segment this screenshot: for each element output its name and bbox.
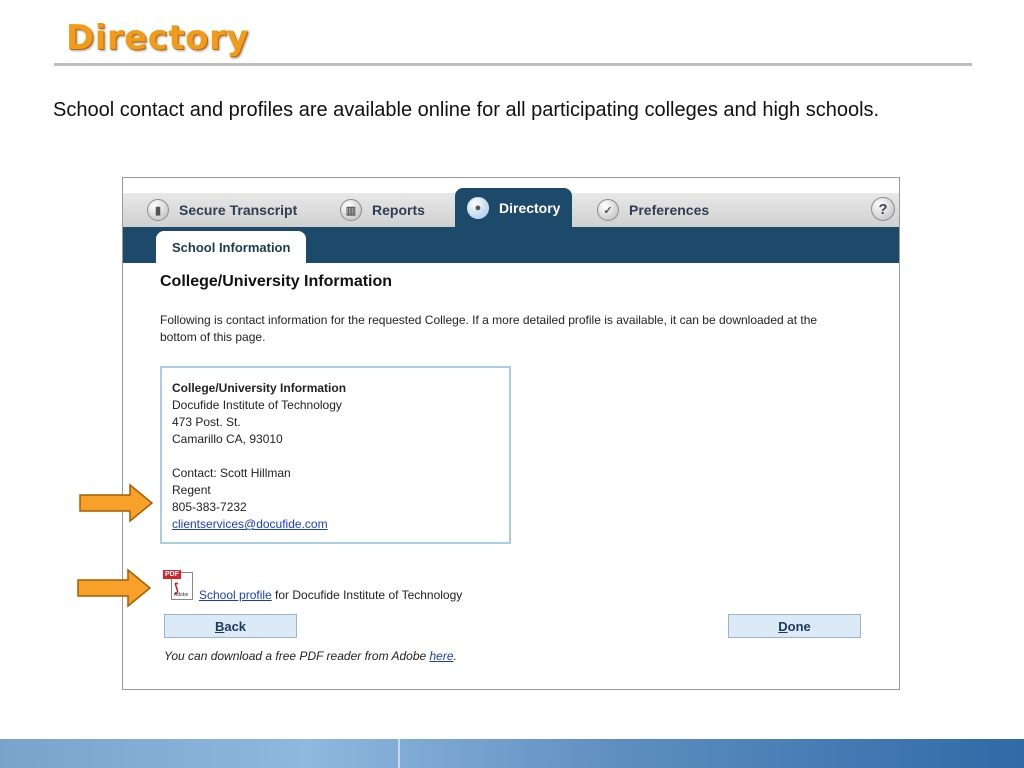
tab-directory[interactable]: ● Directory [455,188,573,227]
contact-role: Regent [172,483,211,497]
tab-reports[interactable]: ▥ Reports [340,193,425,227]
sub-tabbar: School Information [123,227,899,263]
contact-name: Contact: Scott Hillman [172,466,291,480]
tab-label: Directory [499,199,561,216]
contact-phone: 805-383-7232 [172,500,247,514]
pdf-icon[interactable]: ⟆ PDF Adobe [163,570,197,602]
footer-band-divider [398,739,400,768]
school-profile-row: ⟆ PDF Adobe School profile for Docufide … [163,570,462,602]
app-screenshot: ▮ Secure Transcript ▥ Reports ● Director… [122,177,900,690]
arrow-right-icon [79,483,154,523]
intro-text: School contact and profiles are availabl… [53,99,880,121]
back-button[interactable]: Back [164,614,297,638]
chart-icon: ▥ [340,199,362,221]
check-icon: ✓ [597,199,619,221]
school-profile-link[interactable]: School profile [199,588,272,602]
footer-band [0,739,1024,768]
person-icon: ● [467,196,489,219]
tab-label: Secure Transcript [179,202,298,218]
adobe-here-link[interactable]: here [430,649,454,663]
adobe-label: Adobe [174,592,189,598]
title-divider [54,63,972,66]
street-address: 473 Post. St. [172,415,241,429]
lock-icon: ▮ [147,199,169,221]
tab-school-information[interactable]: School Information [156,231,307,263]
description-text: Following is contact information for the… [160,313,818,344]
section-title: College/University Information [160,273,393,290]
help-icon[interactable]: ? [871,197,895,221]
pdf-tag: PDF [163,570,181,579]
college-name: Docufide Institute of Technology [172,398,342,412]
tab-secure-transcript[interactable]: ▮ Secure Transcript [147,193,297,227]
slide-title: Directory [66,18,249,58]
tab-label: Reports [372,202,425,218]
done-button[interactable]: Done [728,614,861,638]
info-heading: College/University Information [172,381,347,395]
college-info-box: College/University Information Docufide … [160,366,511,544]
arrow-right-icon [77,568,152,608]
school-profile-suffix: for Docufide Institute of Technology [271,588,463,602]
pdf-reader-note: You can download a free PDF reader from … [164,649,457,663]
tab-preferences[interactable]: ✓ Preferences [597,193,709,227]
city-state-zip: Camarillo CA, 93010 [172,432,283,446]
tab-label: Preferences [629,202,710,218]
contact-email-link[interactable]: clientservices@docufide.com [172,516,499,533]
main-tabbar: ▮ Secure Transcript ▥ Reports ● Director… [123,188,899,228]
